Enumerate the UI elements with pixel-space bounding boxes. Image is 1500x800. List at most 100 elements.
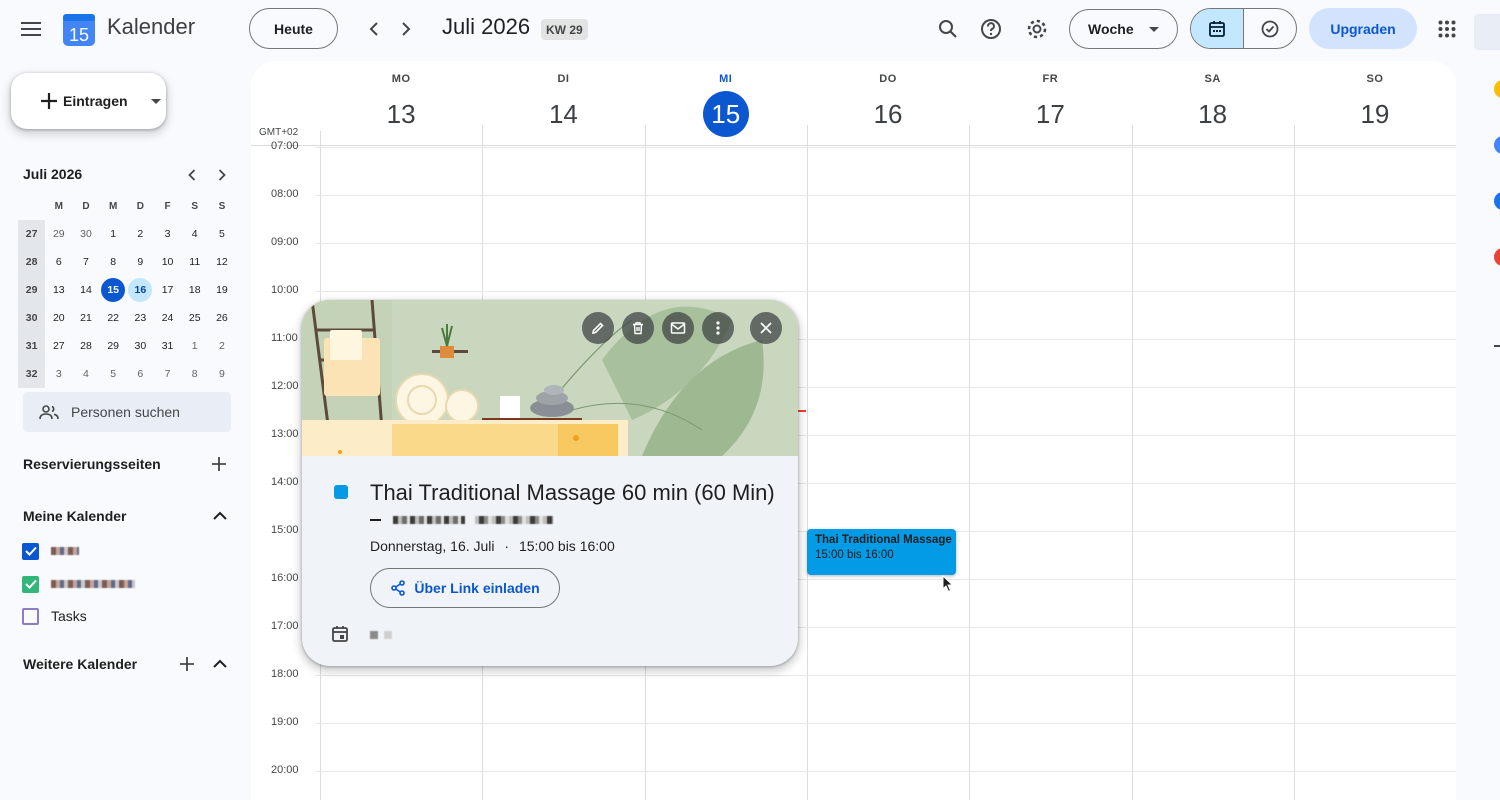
my-calendar-item[interactable] bbox=[22, 541, 79, 561]
mini-calendar-day[interactable]: 27 bbox=[45, 332, 72, 360]
day-number[interactable]: 16 bbox=[865, 91, 911, 137]
calendar-view-toggle[interactable] bbox=[1191, 9, 1243, 48]
contacts-icon[interactable] bbox=[1494, 192, 1500, 210]
mini-calendar-day[interactable]: 9 bbox=[127, 248, 154, 276]
day-header-mi[interactable]: MI 15 bbox=[645, 61, 807, 145]
calendar-checkbox[interactable] bbox=[22, 607, 39, 625]
previous-week-button[interactable] bbox=[359, 14, 389, 44]
mini-calendar-day[interactable]: 5 bbox=[208, 220, 235, 248]
other-calendars-heading[interactable]: Weitere Kalender bbox=[23, 656, 137, 672]
mini-calendar-day[interactable]: 1 bbox=[100, 220, 127, 248]
mini-calendar-day[interactable]: 21 bbox=[72, 304, 99, 332]
mini-calendar-week-number[interactable]: 29 bbox=[18, 276, 46, 304]
mini-calendar-day[interactable]: 7 bbox=[72, 248, 99, 276]
mini-calendar-day[interactable]: 17 bbox=[154, 276, 181, 304]
email-guests-button[interactable] bbox=[662, 312, 694, 344]
mini-calendar-week-number[interactable]: 30 bbox=[18, 304, 46, 332]
mini-calendar-week-number[interactable]: 32 bbox=[18, 360, 46, 388]
mini-calendar-day[interactable]: 1 bbox=[181, 332, 208, 360]
day-number-today[interactable]: 15 bbox=[702, 91, 749, 137]
day-header-so[interactable]: SO 19 bbox=[1294, 61, 1456, 145]
help-button[interactable] bbox=[974, 12, 1008, 46]
mini-calendar-day[interactable]: 10 bbox=[154, 248, 181, 276]
settings-button[interactable] bbox=[1020, 12, 1054, 46]
main-menu-button[interactable] bbox=[14, 12, 48, 46]
mini-calendar-day[interactable]: 18 bbox=[181, 276, 208, 304]
mini-calendar-day[interactable]: 6 bbox=[127, 360, 154, 388]
mini-calendar-day[interactable]: 3 bbox=[45, 360, 72, 388]
mini-calendar-day[interactable]: 20 bbox=[45, 304, 72, 332]
mini-calendar-day[interactable]: 28 bbox=[72, 332, 99, 360]
mini-calendar-prev-button[interactable] bbox=[181, 164, 203, 186]
collapse-other-calendars-button[interactable] bbox=[208, 652, 232, 676]
mini-calendar-day[interactable]: 24 bbox=[154, 304, 181, 332]
google-apps-button[interactable] bbox=[1430, 12, 1464, 46]
booking-pages-heading[interactable]: Reservierungsseiten bbox=[23, 456, 161, 472]
day-number[interactable]: 19 bbox=[1352, 91, 1398, 137]
mini-calendar-day[interactable]: 30 bbox=[72, 220, 99, 248]
more-options-button[interactable] bbox=[702, 312, 734, 344]
day-number[interactable]: 17 bbox=[1027, 91, 1073, 137]
mini-calendar-day[interactable]: 6 bbox=[45, 248, 72, 276]
tasks-view-toggle[interactable] bbox=[1243, 9, 1296, 48]
mini-calendar-day[interactable]: 9 bbox=[208, 360, 235, 388]
day-number[interactable]: 13 bbox=[378, 91, 424, 137]
calendar-tasks-toggle[interactable] bbox=[1190, 8, 1297, 49]
mini-calendar-day[interactable]: 26 bbox=[208, 304, 235, 332]
mini-calendar-day[interactable]: 4 bbox=[181, 220, 208, 248]
mini-calendar-day[interactable]: 19 bbox=[208, 276, 235, 304]
mini-calendar-day[interactable]: 23 bbox=[127, 304, 154, 332]
create-button[interactable]: Eintragen bbox=[11, 73, 166, 129]
search-button[interactable] bbox=[931, 12, 965, 46]
my-calendar-item[interactable] bbox=[22, 574, 135, 594]
mini-calendar-day-selected[interactable]: 16 bbox=[127, 276, 154, 304]
edit-event-button[interactable] bbox=[582, 312, 614, 344]
mini-calendar-day[interactable]: 4 bbox=[72, 360, 99, 388]
mini-calendar-day-today[interactable]: 15 bbox=[100, 276, 127, 304]
mini-calendar-day[interactable]: 31 bbox=[154, 332, 181, 360]
mini-calendar-day[interactable]: 12 bbox=[208, 248, 235, 276]
people-search-input[interactable]: Personen suchen bbox=[23, 392, 231, 432]
day-number[interactable]: 14 bbox=[540, 91, 586, 137]
mini-calendar-day[interactable]: 5 bbox=[100, 360, 127, 388]
calendar-checkbox[interactable] bbox=[22, 542, 39, 560]
my-calendars-heading[interactable]: Meine Kalender bbox=[23, 508, 126, 524]
mini-calendar-day[interactable]: 14 bbox=[72, 276, 99, 304]
mini-calendar-week-number[interactable]: 28 bbox=[18, 248, 46, 276]
mini-calendar-day[interactable]: 3 bbox=[154, 220, 181, 248]
keep-icon[interactable] bbox=[1494, 80, 1500, 98]
next-week-button[interactable] bbox=[391, 14, 421, 44]
mini-calendar-week-number[interactable]: 31 bbox=[18, 332, 46, 360]
day-header-sa[interactable]: SA 18 bbox=[1132, 61, 1294, 145]
mini-calendar-day[interactable]: 8 bbox=[100, 248, 127, 276]
calendar-logo[interactable]: 15 bbox=[63, 12, 95, 46]
day-header-do[interactable]: DO 16 bbox=[807, 61, 969, 145]
mini-calendar-day[interactable]: 29 bbox=[100, 332, 127, 360]
delete-event-button[interactable] bbox=[622, 312, 654, 344]
upgrade-button[interactable]: Upgraden bbox=[1309, 8, 1417, 49]
mini-calendar-day[interactable]: 25 bbox=[181, 304, 208, 332]
add-other-calendar-button[interactable] bbox=[175, 652, 199, 676]
my-calendar-item-tasks[interactable]: Tasks bbox=[22, 606, 87, 626]
close-popup-button[interactable] bbox=[750, 312, 782, 344]
mini-calendar-day[interactable]: 8 bbox=[181, 360, 208, 388]
event-chip[interactable]: Thai Traditional Massage 15:00 bis 16:00 bbox=[807, 529, 956, 575]
day-header-di[interactable]: DI 14 bbox=[482, 61, 644, 145]
calendar-checkbox[interactable] bbox=[22, 575, 39, 593]
side-panel-tab[interactable] bbox=[1474, 14, 1500, 50]
mini-calendar-week-number[interactable]: 27 bbox=[18, 220, 46, 248]
maps-icon[interactable] bbox=[1494, 248, 1500, 266]
mini-calendar-day[interactable]: 13 bbox=[45, 276, 72, 304]
day-header-fr[interactable]: FR 17 bbox=[969, 61, 1131, 145]
tasks-icon[interactable] bbox=[1494, 136, 1500, 154]
mini-calendar-day[interactable]: 7 bbox=[154, 360, 181, 388]
mini-calendar-next-button[interactable] bbox=[211, 164, 233, 186]
mini-calendar-day[interactable]: 22 bbox=[100, 304, 127, 332]
mini-calendar-day[interactable]: 29 bbox=[45, 220, 72, 248]
mini-calendar-day[interactable]: 30 bbox=[127, 332, 154, 360]
mini-calendar-day[interactable]: 2 bbox=[127, 220, 154, 248]
today-button[interactable]: Heute bbox=[249, 8, 338, 49]
mini-calendar-day[interactable]: 2 bbox=[208, 332, 235, 360]
day-header-mo[interactable]: MO 13 bbox=[320, 61, 482, 145]
day-number[interactable]: 18 bbox=[1190, 91, 1236, 137]
